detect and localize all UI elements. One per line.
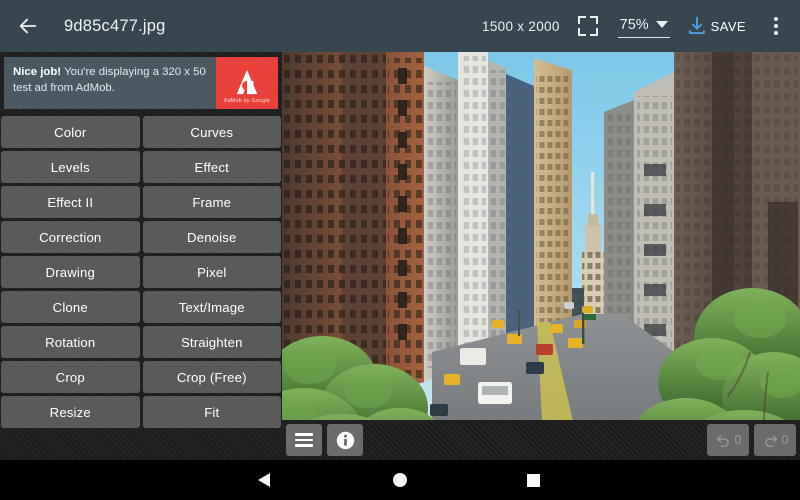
- redo-icon: [764, 435, 777, 447]
- info-icon: [336, 431, 354, 449]
- zoom-level-dropdown[interactable]: 75%: [617, 15, 670, 38]
- save-label: SAVE: [710, 18, 746, 34]
- tool-button-levels[interactable]: Levels: [1, 151, 140, 183]
- tool-button-text-image[interactable]: Text/Image: [142, 291, 281, 323]
- zoom-level-value: 75%: [619, 16, 649, 33]
- tool-button-frame[interactable]: Frame: [142, 186, 281, 218]
- nav-home-circle-icon[interactable]: [393, 473, 407, 487]
- ad-text: Nice job! You're displaying a 320 x 50 t…: [4, 57, 216, 109]
- back-button[interactable]: [0, 0, 56, 52]
- redo-button[interactable]: 0: [754, 424, 796, 456]
- more-vertical-icon[interactable]: [762, 10, 790, 42]
- image-dimensions-label: 1500 x 2000: [482, 18, 560, 34]
- tool-button-denoise[interactable]: Denoise: [142, 221, 281, 253]
- back-arrow-icon: [19, 18, 37, 34]
- save-button[interactable]: SAVE: [686, 15, 746, 37]
- undo-icon: [716, 435, 729, 447]
- tool-button-resize[interactable]: Resize: [1, 396, 140, 428]
- page-title: 9d85c477.jpg: [64, 16, 166, 35]
- ad-headline: Nice job!: [13, 66, 62, 78]
- tool-button-crop-free[interactable]: Crop (Free): [142, 361, 281, 393]
- redo-count: 0: [781, 433, 789, 447]
- fullscreen-icon[interactable]: [577, 16, 598, 36]
- android-navigation-bar: [0, 460, 800, 500]
- chevron-down-icon: [655, 21, 668, 28]
- tool-button-straighten[interactable]: Straighten: [142, 326, 281, 358]
- tool-button-pixel[interactable]: Pixel: [142, 256, 281, 288]
- tool-button-grid: Color Curves Levels Effect Effect II Fra…: [0, 116, 282, 428]
- tool-button-drawing[interactable]: Drawing: [1, 256, 140, 288]
- tool-button-clone[interactable]: Clone: [1, 291, 140, 323]
- top-app-bar: 9d85c477.jpg 1500 x 2000 75% SAVE: [0, 0, 800, 52]
- top-bar-actions: 1500 x 2000 75% SAVE: [482, 0, 800, 52]
- tool-button-fit[interactable]: Fit: [142, 396, 281, 428]
- tool-button-color[interactable]: Color: [1, 116, 140, 148]
- nav-recents-square-icon[interactable]: [527, 474, 540, 487]
- image-bottom-toolbar: 0 0: [282, 420, 800, 460]
- undo-button[interactable]: 0: [707, 424, 749, 456]
- nav-back-triangle-icon[interactable]: [258, 473, 270, 487]
- tool-button-crop[interactable]: Crop: [1, 361, 140, 393]
- image-canvas[interactable]: [282, 52, 800, 460]
- admob-logo-icon: [236, 69, 258, 95]
- admob-ad-banner[interactable]: Nice job! You're displaying a 320 x 50 t…: [4, 57, 278, 109]
- city-street-photo: [282, 52, 800, 460]
- hamburger-menu-button[interactable]: [286, 424, 322, 456]
- download-icon: [688, 16, 705, 35]
- tool-button-effect-ii[interactable]: Effect II: [1, 186, 140, 218]
- tool-button-correction[interactable]: Correction: [1, 221, 140, 253]
- photo-editor-app: 9d85c477.jpg 1500 x 2000 75% SAVE Nice j…: [0, 0, 800, 500]
- ad-logo-caption: AdMob by Google: [223, 98, 271, 104]
- tool-button-effect[interactable]: Effect: [142, 151, 281, 183]
- hamburger-menu-icon: [295, 433, 313, 447]
- undo-count: 0: [734, 433, 742, 447]
- tool-button-rotation[interactable]: Rotation: [1, 326, 140, 358]
- admob-logo: AdMob by Google: [216, 57, 278, 109]
- tool-button-curves[interactable]: Curves: [142, 116, 281, 148]
- info-button[interactable]: [327, 424, 363, 456]
- tools-panel: Nice job! You're displaying a 320 x 50 t…: [0, 52, 282, 460]
